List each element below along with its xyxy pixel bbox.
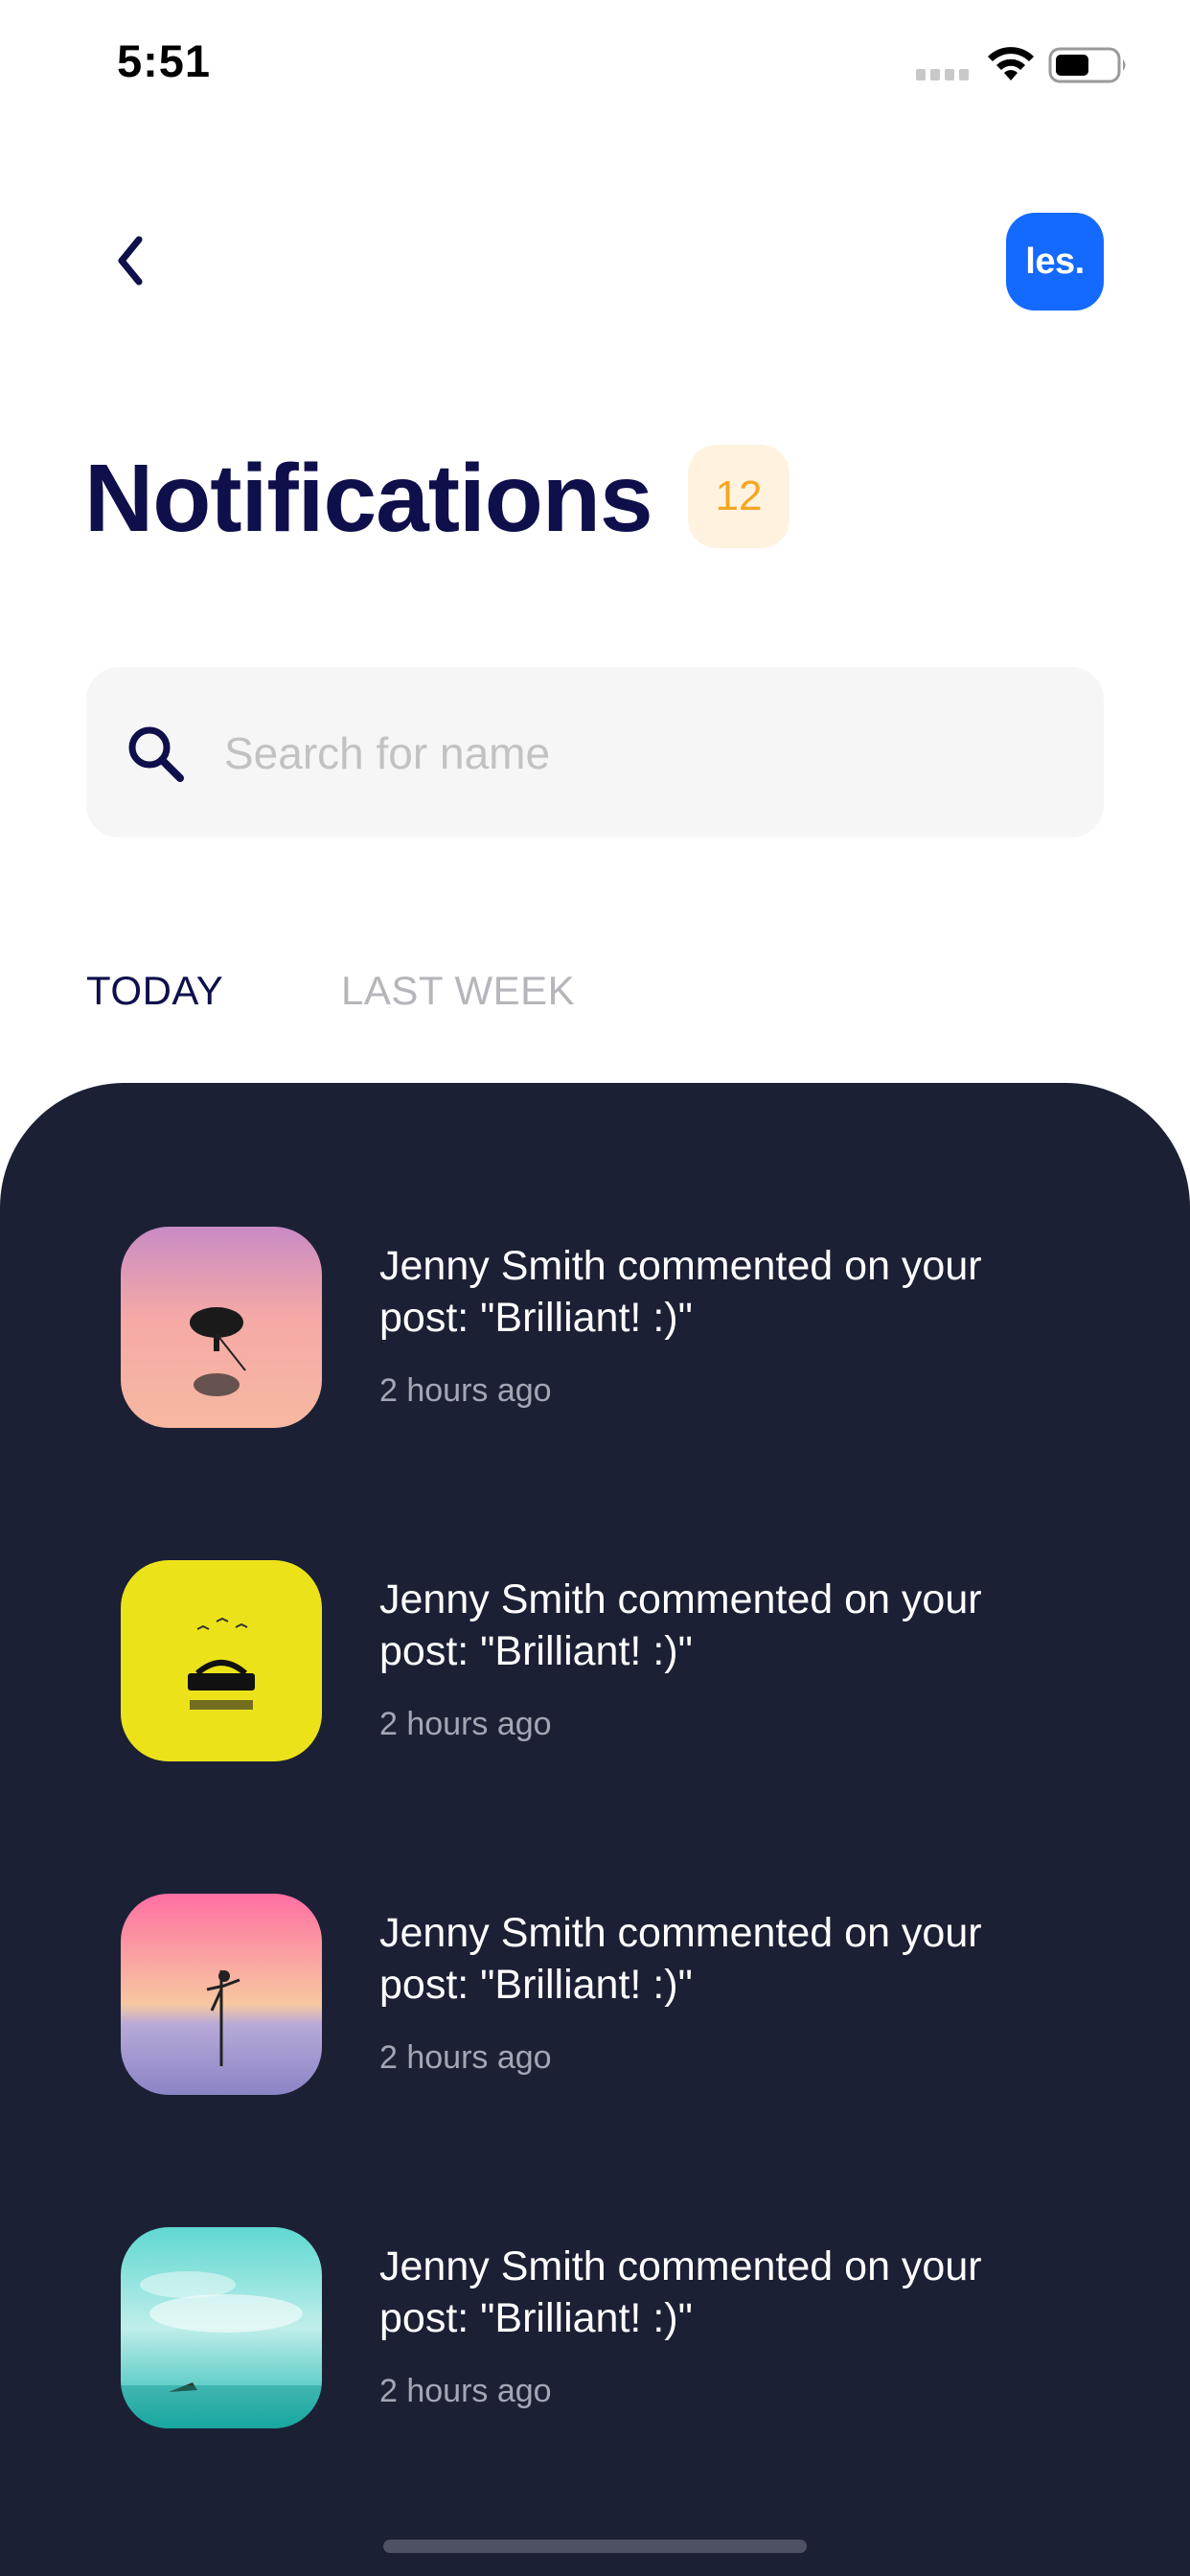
notification-time: 2 hours ago [379,1706,552,1742]
notification-text: Jenny Smith commented on your post: "Bri… [379,1243,982,1341]
notification-time: 2 hours ago [379,1372,552,1409]
notification-text: Jenny Smith commented on your post: "Bri… [379,1910,982,2008]
search-icon [128,726,184,782]
notification-item[interactable]: Jenny Smith commented on your post: "Bri… [121,1894,1079,2097]
notification-text: Jenny Smith commented on your post: "Bri… [379,2243,982,2341]
status-time: 5:51 [117,35,212,86]
notification-time: 2 hours ago [379,2373,552,2409]
home-indicator [383,2540,807,2553]
post-thumbnail [121,2227,322,2428]
notification-time: 2 hours ago [379,2039,552,2076]
page-title: Notifications [84,445,653,552]
notifications-panel: Jenny Smith commented on your post: "Bri… [0,1083,1190,2576]
battery-icon [1048,47,1126,83]
status-bar: 5:51 [0,0,1190,126]
tab-last-week[interactable]: LAST WEEK [341,968,575,1014]
back-button[interactable] [96,222,163,299]
search-box[interactable] [86,667,1104,838]
post-thumbnail [121,1894,322,2095]
search-input[interactable] [222,713,1069,794]
notification-item[interactable]: Jenny Smith commented on your post: "Bri… [121,2227,1079,2430]
logo-button[interactable]: les. [1006,213,1104,310]
post-thumbnail [121,1560,322,1761]
notification-count-badge: 12 [688,445,790,548]
chevron-left-icon [118,236,143,286]
signal-icon [916,69,969,80]
post-thumbnail [121,1227,322,1428]
wifi-icon [988,47,1034,80]
notification-item[interactable]: Jenny Smith commented on your post: "Bri… [121,1560,1079,1763]
tab-today[interactable]: TODAY [86,968,223,1014]
notification-item[interactable]: Jenny Smith commented on your post: "Bri… [121,1227,1079,1430]
notification-text: Jenny Smith commented on your post: "Bri… [379,1576,982,1674]
